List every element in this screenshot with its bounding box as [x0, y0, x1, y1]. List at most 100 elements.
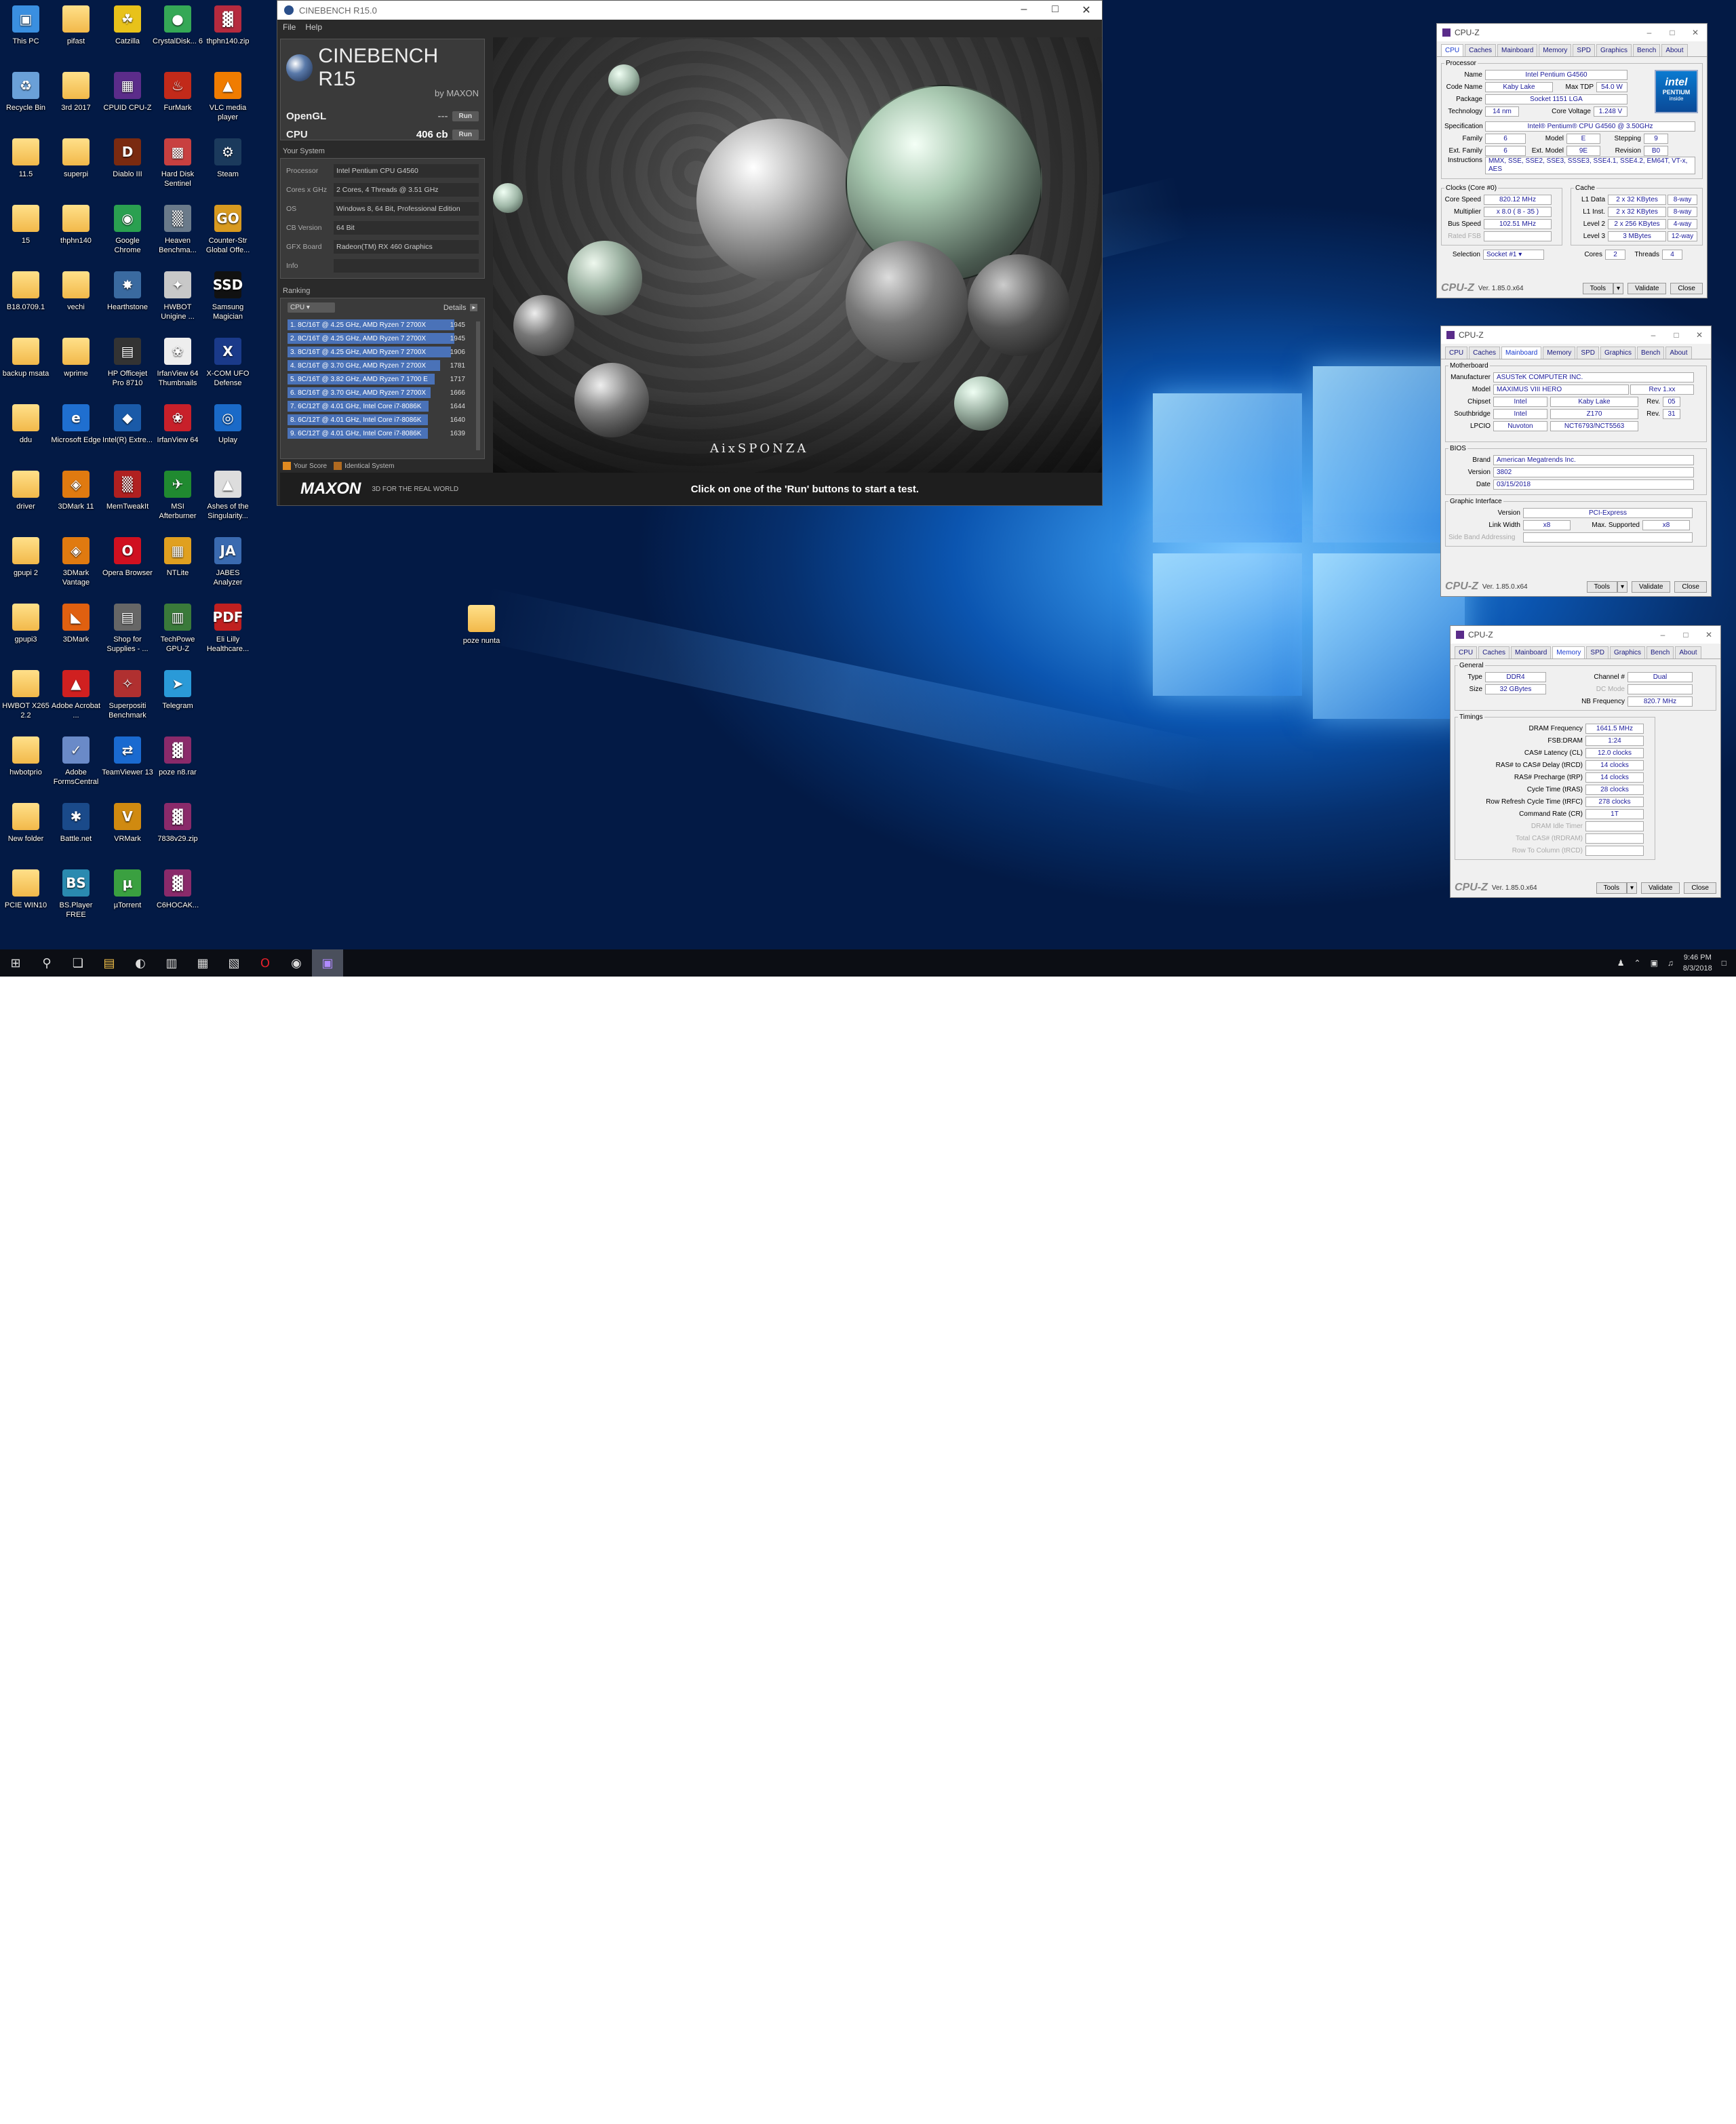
desktop-icon[interactable]: ✸ Hearthstone	[102, 271, 153, 312]
desktop-icon[interactable]: pifast	[50, 5, 102, 46]
desktop-icon[interactable]: JA JABES Analyzer	[202, 537, 254, 587]
cpuz-titlebar[interactable]: CPU-Z – □ ✕	[1437, 24, 1707, 41]
taskbar-app-icon[interactable]: ▦	[187, 949, 218, 977]
people-icon[interactable]: ♟	[1617, 958, 1625, 968]
cpuz-window-cpu[interactable]: CPU-Z – □ ✕ CPU Caches Mainboard Memory SPD Gra…	[1436, 23, 1708, 298]
desktop-icon[interactable]: ▓ thphn140.zip	[202, 5, 254, 46]
taskbar-app-icon[interactable]: ◐	[125, 949, 156, 977]
desktop-icon-poze-nunta[interactable]: poze nunta	[456, 605, 507, 646]
notifications-icon[interactable]: □	[1722, 958, 1727, 968]
desktop-icon[interactable]: X X-COM UFO Defense	[202, 338, 254, 388]
search-icon[interactable]: ⚲	[31, 949, 62, 977]
validate-button[interactable]: Validate	[1628, 282, 1667, 294]
taskbar-app-icon[interactable]: ▧	[218, 949, 250, 977]
desktop-icon[interactable]: PDF Eli Lilly Healthcare...	[202, 604, 254, 654]
maximize-icon[interactable]: □	[1665, 330, 1688, 340]
desktop-icon[interactable]: 11.5	[0, 138, 52, 179]
start-icon[interactable]: ⊞	[0, 949, 31, 977]
cpu-run-button[interactable]: Run	[452, 130, 479, 140]
cpuz-tab-caches[interactable]: Caches	[1469, 347, 1501, 359]
minimize-icon[interactable]: –	[1642, 330, 1665, 340]
menu-help[interactable]: Help	[305, 22, 322, 32]
desktop-icon[interactable]: HWBOT X265 2.2	[0, 670, 52, 720]
network-icon[interactable]: ▣	[1651, 958, 1658, 968]
desktop-icon[interactable]: New folder	[0, 803, 52, 844]
desktop-icon[interactable]: hwbotprio	[0, 736, 52, 777]
desktop-icon[interactable]: ▲ VLC media player	[202, 72, 254, 122]
task-view-icon[interactable]: ❏	[62, 949, 94, 977]
socket-select[interactable]: Socket #1 ▾	[1483, 249, 1544, 260]
tools-button[interactable]: Tools	[1586, 581, 1617, 593]
desktop-icon[interactable]: ♻ Recycle Bin	[0, 72, 52, 113]
desktop-icon[interactable]: ▓ C6HOCAK...	[152, 869, 203, 910]
cpuz-tab-about[interactable]: About	[1665, 347, 1692, 359]
desktop-icon[interactable]: ◈ 3DMark 11	[50, 471, 102, 511]
file-explorer-icon[interactable]: ▤	[94, 949, 125, 977]
ranking-row[interactable]: 2. 8C/16T @ 4.25 GHz, AMD Ryzen 7 2700X 1…	[288, 332, 479, 345]
chevron-up-icon[interactable]: ⌃	[1634, 958, 1641, 968]
cpuz-tab-spd[interactable]: SPD	[1573, 44, 1595, 56]
validate-button[interactable]: Validate	[1641, 882, 1680, 894]
minimize-icon[interactable]: –	[1638, 28, 1661, 37]
close-icon[interactable]: ✕	[1071, 3, 1102, 17]
desktop-icon[interactable]: ◉ Google Chrome	[102, 205, 153, 255]
opera-icon[interactable]: O	[250, 949, 281, 977]
desktop-icon[interactable]: ☘ Catzilla	[102, 5, 153, 46]
desktop-icon[interactable]: B18.0709.1	[0, 271, 52, 312]
desktop-icon[interactable]: ♨ FurMark	[152, 72, 203, 113]
close-icon[interactable]: ✕	[1697, 630, 1720, 640]
desktop-icon[interactable]: ddu	[0, 404, 52, 445]
desktop-icon[interactable]: ▤ Shop for Supplies - ...	[102, 604, 153, 654]
cpuz-tab-cpu[interactable]: CPU	[1445, 347, 1468, 359]
desktop-icon[interactable]: ▣ This PC	[0, 5, 52, 46]
desktop-icon[interactable]: ⇄ TeamViewer 13	[102, 736, 153, 777]
desktop-icon[interactable]: ● CrystalDisk... 6	[152, 5, 203, 46]
tools-dropdown-icon[interactable]: ▾	[1617, 581, 1628, 593]
close-button[interactable]: Close	[1684, 882, 1716, 894]
ranking-row[interactable]: 3. 8C/16T @ 4.25 GHz, AMD Ryzen 7 2700X 1…	[288, 345, 479, 359]
desktop-icon[interactable]: ▓ poze n8.rar	[152, 736, 203, 777]
desktop-icon[interactable]: D Diablo III	[102, 138, 153, 179]
close-button[interactable]: Close	[1670, 282, 1703, 294]
maximize-icon[interactable]: □	[1040, 3, 1071, 17]
desktop-icon[interactable]: backup msata	[0, 338, 52, 378]
desktop-icon[interactable]: ▦ NTLite	[152, 537, 203, 578]
cpuz-tab-bench[interactable]: Bench	[1646, 646, 1674, 658]
desktop-icon[interactable]: ▓ 7838v29.zip	[152, 803, 203, 844]
cpuz-titlebar[interactable]: CPU-Z – □ ✕	[1441, 326, 1711, 344]
desktop-icon[interactable]: thphn140	[50, 205, 102, 245]
ranking-row[interactable]: 4. 8C/16T @ 3.70 GHz, AMD Ryzen 7 2700X 1…	[288, 359, 479, 372]
desktop-icon[interactable]: ✓ Adobe FormsCentral	[50, 736, 102, 787]
ranking-row[interactable]: 9. 6C/12T @ 4.01 GHz, Intel Core i7-8086…	[288, 427, 479, 440]
desktop-icon[interactable]: ✦ HWBOT Unigine ...	[152, 271, 203, 321]
desktop-icon[interactable]: SSD Samsung Magician	[202, 271, 254, 321]
cpuz-tab-graphics[interactable]: Graphics	[1609, 646, 1645, 658]
desktop-icon[interactable]: ◈ 3DMark Vantage	[50, 537, 102, 587]
tools-dropdown-icon[interactable]: ▾	[1626, 882, 1638, 894]
cpuz-tab-mainboard[interactable]: Mainboard	[1497, 44, 1538, 56]
desktop-icon[interactable]: ◆ Intel(R) Extre...	[102, 404, 153, 445]
cpuz-tab-cpu[interactable]: CPU	[1455, 646, 1478, 658]
desktop-icon[interactable]: wprime	[50, 338, 102, 378]
cpuz-window-mainboard[interactable]: CPU-Z – □ ✕ CPU Caches Mainboard Memory SPD Gra…	[1440, 326, 1712, 597]
cpuz-tab-graphics[interactable]: Graphics	[1596, 44, 1632, 56]
desktop-icon[interactable]: vechi	[50, 271, 102, 312]
desktop-icon[interactable]: PCIE WIN10	[0, 869, 52, 910]
desktop-icon[interactable]: ▦ CPUID CPU-Z	[102, 72, 153, 113]
cpuz-taskbar-icon[interactable]: ▣	[312, 949, 343, 977]
desktop-icon[interactable]: ▒ Heaven Benchma...	[152, 205, 203, 255]
minimize-icon[interactable]: –	[1008, 3, 1040, 17]
cpuz-tab-mainboard[interactable]: Mainboard	[1501, 347, 1542, 359]
opengl-run-button[interactable]: Run	[452, 111, 479, 121]
cpuz-window-memory[interactable]: CPU-Z – □ ✕ CPU Caches Mainboard Memory SPD Gra…	[1450, 625, 1721, 898]
desktop-icon[interactable]: superpi	[50, 138, 102, 179]
desktop-icon[interactable]: ❀ IrfanView 64	[152, 404, 203, 445]
desktop-icon[interactable]: ❀ IrfanView 64 Thumbnails	[152, 338, 203, 388]
close-icon[interactable]: ✕	[1688, 330, 1711, 340]
desktop-icon[interactable]: BS BS.Player FREE	[50, 869, 102, 920]
desktop-icon[interactable]: ✈ MSI Afterburner	[152, 471, 203, 521]
maximize-icon[interactable]: □	[1661, 28, 1684, 37]
details-button[interactable]: Details	[443, 304, 467, 312]
cpuz-tab-spd[interactable]: SPD	[1577, 347, 1599, 359]
cpuz-tab-about[interactable]: About	[1661, 44, 1688, 56]
